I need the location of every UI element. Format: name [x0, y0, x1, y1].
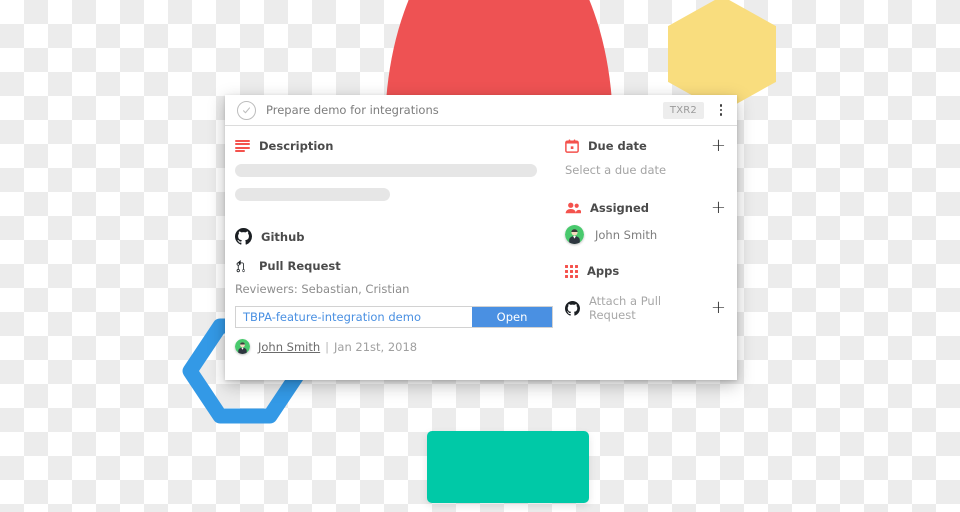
- card-header: Prepare demo for integrations TXR2: [225, 95, 737, 126]
- pull-request-icon: [236, 259, 245, 272]
- apps-section-header[interactable]: Apps: [565, 264, 727, 278]
- assignee-name: John Smith: [595, 227, 658, 242]
- pull-request-author-row: John Smith | Jan 21st, 2018: [235, 339, 553, 354]
- github-icon: [565, 300, 580, 316]
- card-title: Prepare demo for integrations: [266, 103, 439, 117]
- assigned-label: Assigned: [590, 201, 649, 215]
- description-lines-icon: [235, 140, 250, 152]
- apps-grid-icon: [565, 264, 578, 278]
- assignee-row[interactable]: John Smith: [565, 225, 727, 244]
- pull-request-date: Jan 21st, 2018: [334, 339, 418, 354]
- attach-pull-request-row[interactable]: Attach a Pull Request +: [565, 294, 727, 322]
- due-date-section-header: Due date +: [565, 137, 727, 155]
- kebab-dot: [719, 108, 723, 112]
- description-section-header: Description: [235, 139, 553, 153]
- calendar-icon: [565, 139, 579, 153]
- card-main-column: Description Github Pull Request Reviewer…: [225, 139, 553, 380]
- description-placeholder-bar: [235, 188, 390, 201]
- open-pull-request-button[interactable]: Open: [472, 307, 552, 327]
- kebab-dot: [719, 113, 723, 116]
- add-attach-pull-request-button[interactable]: +: [710, 299, 727, 317]
- pull-request-section-header: Pull Request: [235, 259, 553, 273]
- teal-rectangle-decoration: [427, 431, 589, 503]
- kebab-menu-icon[interactable]: [715, 102, 727, 118]
- attach-pull-request-label: Attach a Pull Request: [589, 294, 662, 322]
- description-placeholder-bar: [235, 164, 537, 177]
- card-sidebar-column: Due date + Select a due date Assigned +: [553, 137, 737, 380]
- task-code-badge[interactable]: TXR2: [662, 101, 704, 119]
- add-due-date-button[interactable]: +: [710, 137, 727, 155]
- pull-request-author-name[interactable]: John Smith: [258, 340, 320, 354]
- card-body: Description Github Pull Request Reviewer…: [225, 126, 737, 380]
- pull-request-label: Pull Request: [259, 259, 341, 273]
- pull-request-field[interactable]: TBPA-feature-integration demo Open: [235, 306, 553, 328]
- task-card: Prepare demo for integrations TXR2 Descr…: [225, 95, 737, 380]
- user-avatar: [235, 339, 250, 354]
- due-date-label: Due date: [588, 139, 647, 153]
- github-section-header: Github: [235, 228, 553, 245]
- due-date-placeholder[interactable]: Select a due date: [565, 163, 727, 177]
- canvas: Prepare demo for integrations TXR2 Descr…: [0, 0, 960, 512]
- people-icon: [565, 202, 581, 214]
- github-icon: [235, 228, 252, 245]
- assigned-section-header: Assigned +: [565, 199, 727, 217]
- pull-request-link[interactable]: TBPA-feature-integration demo: [236, 310, 472, 324]
- author-separator: |: [325, 339, 330, 354]
- apps-label: Apps: [587, 264, 620, 278]
- github-label: Github: [261, 229, 305, 244]
- kebab-dot: [719, 104, 723, 107]
- description-label: Description: [259, 139, 334, 153]
- add-assignee-button[interactable]: +: [710, 199, 727, 217]
- check-circle-icon[interactable]: [237, 100, 256, 120]
- user-avatar: [565, 225, 584, 244]
- reviewers-text: Reviewers: Sebastian, Cristian: [235, 282, 410, 296]
